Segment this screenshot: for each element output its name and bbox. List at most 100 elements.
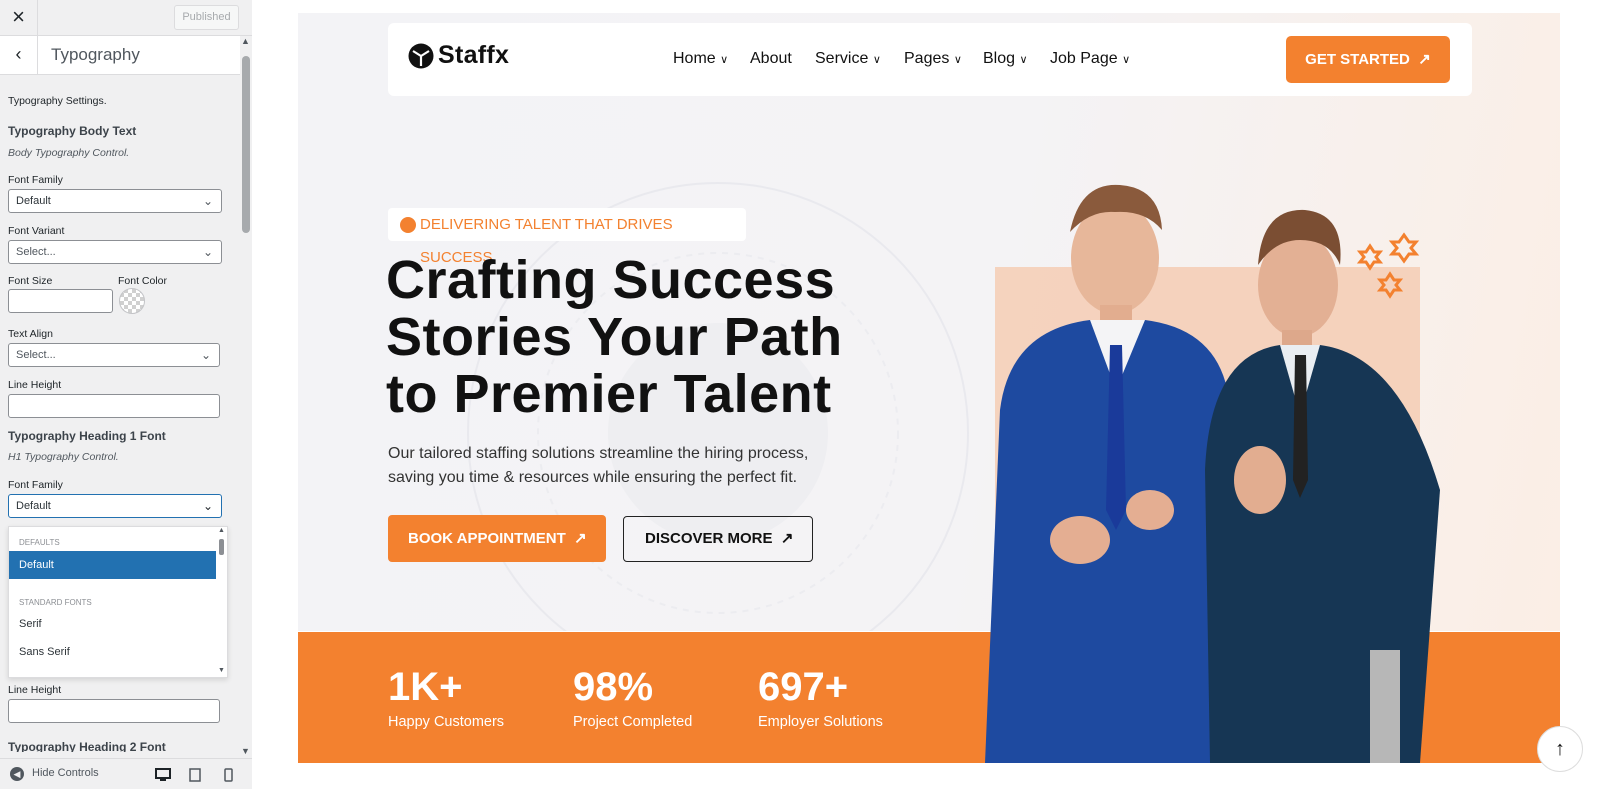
dropdown-option-default[interactable]: Default (9, 551, 216, 579)
button-label: GET STARTED (1305, 51, 1410, 68)
select-value: Default (16, 500, 51, 512)
body-font-variant-select[interactable]: Select... ⌄ (8, 240, 222, 264)
subtext-line: Our tailored staffing solutions streamli… (388, 445, 809, 462)
section-header: ‹ Typography (0, 36, 240, 75)
button-label: BOOK APPOINTMENT (408, 530, 566, 547)
arrow-up-right-icon: ↗ (1418, 51, 1431, 68)
close-icon[interactable]: × (0, 0, 38, 36)
typography-intro: Typography Settings. (8, 95, 107, 107)
font-size-input[interactable] (8, 289, 113, 313)
select-value: Select... (16, 349, 56, 361)
subtext-line: saving you time & resources while ensuri… (388, 469, 798, 486)
sparkle-icon (1356, 232, 1420, 299)
arrow-up-icon: ↑ (1555, 738, 1565, 760)
nav-home[interactable]: Home ∨ (673, 50, 728, 68)
tablet-preview-icon[interactable] (189, 768, 201, 782)
scroll-up-icon[interactable]: ▲ (218, 527, 225, 534)
hero-headline: Crafting Success Stories Your Path to Pr… (386, 252, 866, 423)
dropdown-option-serif[interactable]: Serif (9, 610, 216, 638)
stat-label: Happy Customers (388, 714, 505, 730)
dropdown-scrollbar[interactable]: ▲ ▼ (216, 527, 228, 677)
hero-subtext: Our tailored staffing solutions streamli… (388, 442, 828, 490)
nav-label: Home (673, 50, 716, 67)
customizer-footer: ◀ Hide Controls (0, 758, 252, 789)
headline-line: Stories Your Path (386, 307, 843, 367)
headline-line: Crafting Success (386, 250, 836, 310)
body-typography-heading: Typography Body Text (8, 124, 137, 138)
scroll-down-icon[interactable]: ▼ (241, 746, 250, 756)
chevron-down-icon: ∨ (1019, 54, 1028, 66)
nav-about[interactable]: About (750, 50, 792, 68)
customizer-sidebar: × Published ‹ Typography ▲ ▼ Typography … (0, 0, 252, 789)
desktop-preview-icon[interactable] (155, 768, 171, 782)
hide-controls-button[interactable]: Hide Controls (32, 767, 99, 779)
h1-font-family-label: Font Family (8, 479, 63, 491)
tagline-logo-icon (400, 217, 416, 233)
stat-number: 1K+ (388, 665, 463, 709)
font-family-label: Font Family (8, 174, 63, 186)
collapse-icon[interactable]: ◀ (10, 767, 24, 781)
headline-line: to Premier Talent (386, 364, 832, 424)
dropdown-group-defaults: DEFAULTS (19, 538, 60, 547)
text-align-select[interactable]: Select... ⌄ (8, 343, 220, 367)
h1-line-height-label: Line Height (8, 684, 62, 696)
select-value: Select... (16, 246, 56, 258)
logo-text: Staffx (438, 41, 510, 69)
get-started-button[interactable]: GET STARTED ↗ (1286, 36, 1450, 83)
button-label: DISCOVER MORE (645, 530, 773, 547)
nav-label: Blog (983, 50, 1016, 67)
font-size-label: Font Size (8, 275, 53, 287)
chevron-down-icon: ⌄ (202, 499, 213, 513)
chevron-down-icon: ⌄ (202, 194, 213, 208)
staffx-logo-icon (408, 43, 434, 68)
sidebar-scrollbar[interactable]: ▲ ▼ (240, 36, 252, 758)
book-appointment-button[interactable]: BOOK APPOINTMENT ↗ (388, 515, 606, 562)
chevron-down-icon: ∨ (1122, 54, 1131, 66)
nav-blog[interactable]: Blog ∨ (983, 50, 1028, 68)
chevron-down-icon: ∨ (872, 54, 881, 66)
scroll-up-icon[interactable]: ▲ (241, 36, 250, 46)
section-title: Typography (51, 45, 140, 64)
nav-job-page[interactable]: Job Page ∨ (1050, 50, 1130, 68)
scroll-to-top-button[interactable]: ↑ (1537, 726, 1583, 772)
site-navbar: Staffx Home ∨ About Service ∨ Pages ∨ Bl… (388, 23, 1472, 96)
arrow-up-right-icon: ↗ (574, 530, 587, 547)
mobile-preview-icon[interactable] (224, 768, 233, 782)
nav-label: Job Page (1050, 50, 1118, 67)
h1-typography-desc: H1 Typography Control. (8, 451, 119, 463)
customizer-header: × Published (0, 0, 252, 36)
scroll-down-icon[interactable]: ▼ (218, 667, 225, 674)
scrollbar-thumb[interactable] (242, 56, 250, 233)
body-font-family-select[interactable]: Default ⌄ (8, 189, 222, 213)
h2-typography-heading: Typography Heading 2 Font (8, 740, 166, 752)
dropdown-option-sans-serif[interactable]: Sans Serif (9, 638, 216, 666)
dropdown-scroll-thumb[interactable] (219, 539, 224, 555)
discover-more-button[interactable]: DISCOVER MORE ↗ (623, 516, 813, 562)
hero-people-image (985, 184, 1440, 763)
line-height-label: Line Height (8, 379, 62, 391)
hero-tagline: DELIVERING TALENT THAT DRIVES SUCCESS (388, 208, 746, 266)
body-typography-desc: Body Typography Control. (8, 147, 130, 159)
site-logo[interactable]: Staffx (408, 41, 509, 70)
body-line-height-input[interactable] (8, 394, 220, 418)
chevron-down-icon: ∨ (953, 54, 962, 66)
stat-label: Project Completed (573, 714, 693, 730)
back-arrow-icon[interactable]: ‹ (0, 36, 38, 75)
nav-service[interactable]: Service ∨ (815, 50, 881, 68)
nav-label: Pages (904, 50, 950, 67)
stat-number: 98% (573, 665, 654, 709)
font-family-dropdown[interactable]: DEFAULTS Default STANDARD FONTS Serif Sa… (8, 526, 228, 678)
dropdown-group-standard: STANDARD FONTS (19, 598, 92, 607)
h1-font-family-select[interactable]: Default ⌄ (8, 494, 222, 518)
h1-typography-heading: Typography Heading 1 Font (8, 429, 166, 443)
font-color-swatch[interactable] (119, 288, 145, 314)
arrow-up-right-icon: ↗ (780, 530, 794, 547)
chevron-down-icon: ⌄ (200, 348, 211, 362)
chevron-down-icon: ∨ (720, 54, 729, 66)
font-color-label: Font Color (118, 275, 168, 287)
nav-pages[interactable]: Pages ∨ (904, 50, 962, 68)
published-button[interactable]: Published (174, 5, 239, 30)
nav-label: Service (815, 50, 869, 67)
h1-line-height-input[interactable] (8, 699, 220, 723)
chevron-down-icon: ⌄ (202, 245, 213, 259)
